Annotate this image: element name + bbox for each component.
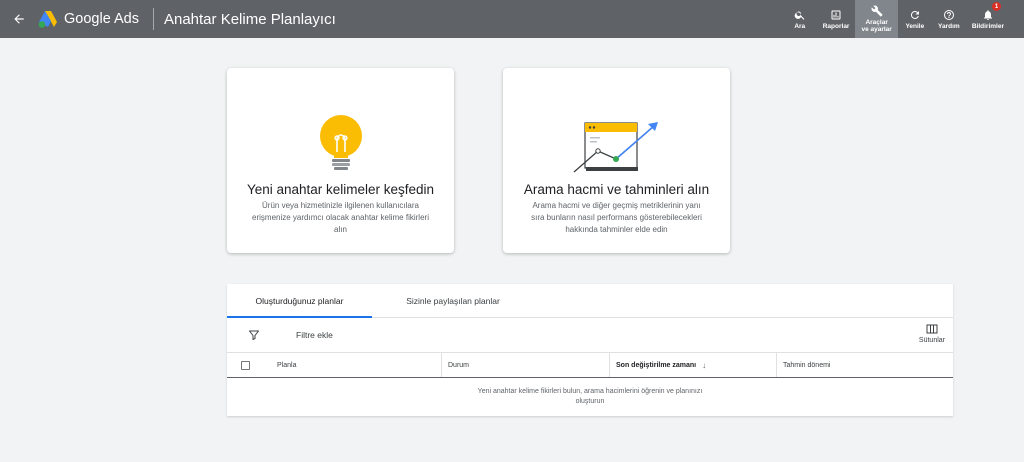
add-filter-button[interactable]: Filtre ekle [296,330,333,340]
columns-icon [926,324,938,334]
column-header-last-modified[interactable]: Son değiştirilme zamanı ↓ [610,353,777,377]
trend-chart-icon [573,122,658,173]
page-title: Anahtar Kelime Planlayıcı [163,10,336,28]
refresh-button[interactable]: Yenile [898,0,932,38]
reports-label: Raporlar [822,22,850,30]
search-label: Ara [794,22,806,30]
reports-icon [831,10,841,19]
card-illustration [227,68,454,180]
tab-created-plans[interactable]: Oluşturduğunuz planlar [227,284,372,318]
search-volume-forecasts-card[interactable]: Arama hacmi ve tahminleri alın Arama hac… [503,68,730,253]
reports-button[interactable]: Raporlar [817,0,856,38]
card-description: Ürün veya hizmetinizle ilgilenen kullanı… [252,201,429,234]
help-button[interactable]: Yardım [932,0,966,38]
help-icon [943,9,954,20]
card-illustration [503,68,730,180]
column-status-label: Durum [448,361,470,369]
notifications-button[interactable]: 1 Bildirimler [966,0,1010,38]
filter-icon[interactable] [248,328,262,342]
select-all-checkbox[interactable] [241,360,250,370]
refresh-icon [910,10,919,19]
discover-keywords-card[interactable]: Yeni anahtar kelimeler keşfedin Ürün vey… [227,68,454,253]
google-ads-logo-icon [38,11,57,28]
sort-down-icon: ↓ [702,360,707,370]
google-ads-logo[interactable]: Google Ads [38,10,153,28]
brand-name: Google Ads [64,11,139,27]
lightbulb-icon [319,115,362,170]
tab-shared-plans[interactable]: Sizinle paylaşılan planlar [372,284,534,317]
column-header-forecast-period[interactable]: Tahmin dönemi [777,353,953,377]
back-arrow-icon[interactable] [0,0,38,38]
empty-state-message: Yeni anahtar kelime fikirleri bulun, ara… [227,378,953,407]
columns-label: Sütunlar [918,337,945,344]
column-period-label: Tahmin dönemi [783,361,831,369]
search-button[interactable]: Ara [783,0,817,38]
card-description: Arama hacmi ve diğer geçmiş metriklerini… [531,201,702,234]
plans-tabs: Oluşturduğunuz planlar Sizinle paylaşıla… [227,284,953,318]
card-title: Arama hacmi ve tahminleri alın [523,182,710,197]
select-all-cell [227,353,271,377]
tools-settings-label: Araçlar ve ayarlar [861,19,892,33]
header-divider [152,8,154,30]
column-header-status[interactable]: Durum [442,353,610,377]
refresh-label: Yenile [905,22,925,30]
table-header: Planla Durum Son değiştirilme zamanı ↓ Ta… [227,353,953,378]
tools-icon [871,5,883,17]
bell-icon [983,9,992,20]
filter-row: Filtre ekle Sütunlar [227,318,953,353]
column-plan-label: Planla [277,361,297,369]
help-label: Yardım [938,22,960,30]
search-icon [794,11,805,20]
card-title: Yeni anahtar kelimeler keşfedin [246,182,435,197]
column-header-plan[interactable]: Planla [271,353,442,377]
empty-state-line-1: Yeni anahtar kelime fikirleri bulun, ara… [477,388,703,395]
top-bar: Google Ads Anahtar Kelime Planlayıcı Ara… [0,0,1024,38]
notification-badge: 1 [992,2,1001,11]
empty-state-line-2: oluşturun [575,398,605,405]
columns-button[interactable]: Sütunlar [919,324,945,344]
column-modified-label: Son değiştirilme zamanı [616,361,697,369]
notifications-label: Bildirimler [971,22,1004,30]
plans-panel: Oluşturduğunuz planlar Sizinle paylaşıla… [227,284,953,416]
header-actions: Ara Raporlar Araçlar ve ayarlar Yenile Y… [783,0,1010,38]
tools-settings-button[interactable]: Araçlar ve ayarlar [855,0,898,38]
